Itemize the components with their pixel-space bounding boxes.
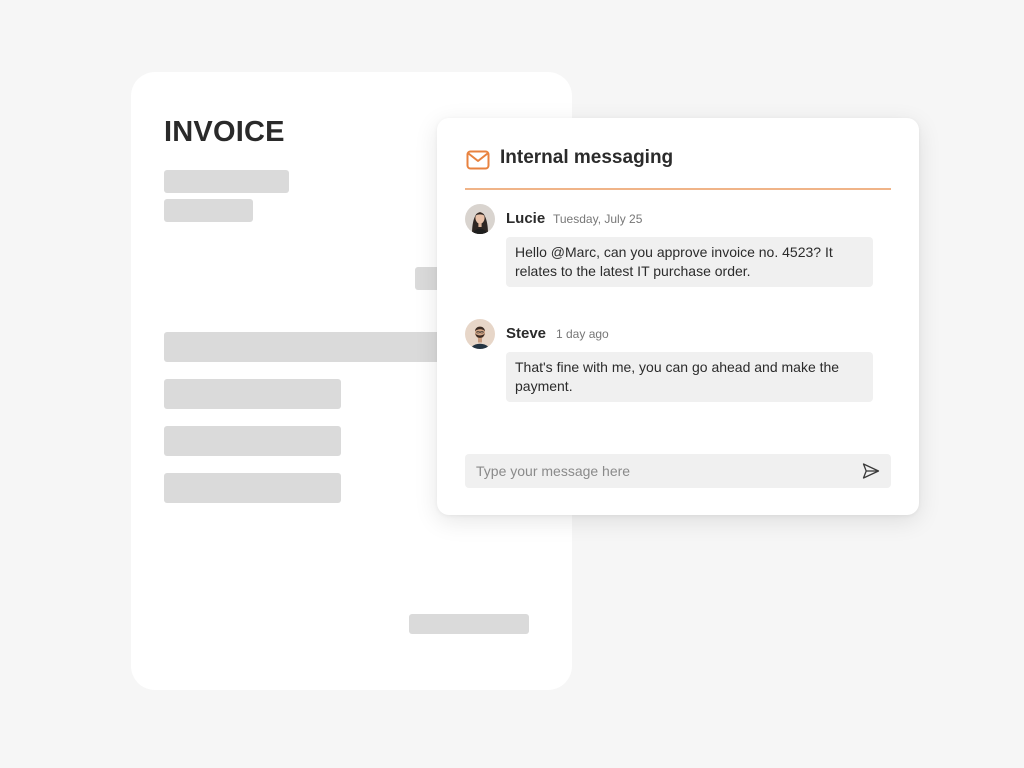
stage: INVOICE Internal messaging Lucie Tuesday… <box>0 0 1024 768</box>
invoice-placeholder-line <box>164 170 289 193</box>
message-input[interactable] <box>465 454 845 488</box>
invoice-placeholder-line <box>164 332 454 362</box>
panel-header: Internal messaging <box>465 146 891 190</box>
invoice-placeholder-line <box>409 614 529 634</box>
internal-messaging-panel: Internal messaging Lucie Tuesday, July 2… <box>437 118 919 515</box>
invoice-title: INVOICE <box>164 116 285 148</box>
avatar-steve-image <box>465 319 495 349</box>
panel-title: Internal messaging <box>500 147 674 168</box>
message-timestamp: Tuesday, July 25 <box>553 212 643 226</box>
message-bubble: Hello @Marc, can you approve invoice no.… <box>506 237 873 287</box>
invoice-placeholder-line <box>164 199 253 222</box>
message-author: Lucie <box>506 210 546 227</box>
message-composer <box>465 454 891 488</box>
send-icon[interactable] <box>861 461 881 481</box>
invoice-placeholder-line <box>164 426 341 456</box>
invoice-placeholder-line <box>164 379 341 409</box>
mail-icon <box>466 150 490 170</box>
avatar-steve <box>465 319 495 349</box>
message-bubble: That's fine with me, you can go ahead an… <box>506 352 873 402</box>
invoice-placeholder-line <box>164 473 341 503</box>
message-author: Steve <box>506 325 547 342</box>
avatar-lucie <box>465 204 495 234</box>
avatar-lucie-image <box>465 204 495 234</box>
message-timestamp: 1 day ago <box>556 327 609 341</box>
